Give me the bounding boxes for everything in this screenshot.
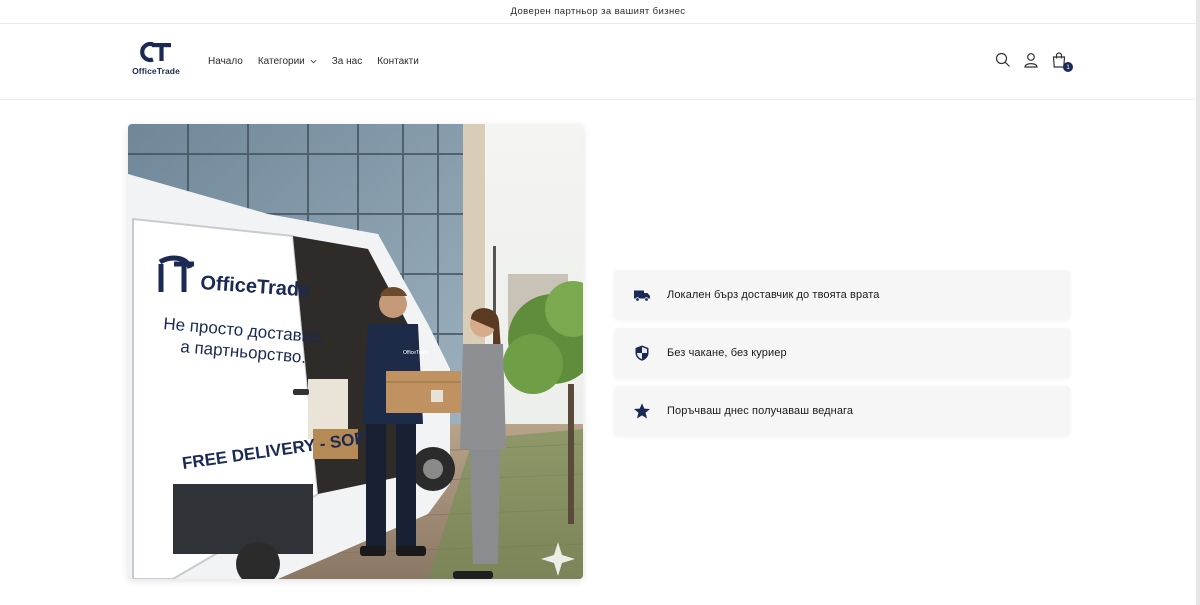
shield-icon [633,344,651,362]
user-icon [1024,53,1038,68]
feature-text: Без чакане, без куриер [667,347,787,359]
site-logo[interactable]: OfficeTrade [128,41,184,76]
header-actions: 1 [984,51,1073,72]
nav-item-label: Контакти [377,56,419,67]
account-button[interactable] [1022,51,1040,69]
feature-item-no-waiting: Без чакане, без куриер [614,328,1070,378]
nav-item-home[interactable]: Начало [208,56,243,67]
site-header: OfficeTrade Начало Категории За нас Конт… [0,24,1196,100]
truck-icon [633,286,651,304]
feature-text: Локален бърз доставчик до твоята врата [667,289,880,301]
window-edge [1196,0,1200,605]
logo-text: OfficeTrade [132,66,180,76]
nav-item-label: За нас [331,56,363,67]
feature-item-same-day: Поръчваш днес получаваш веднага [614,386,1070,436]
nav-item-label: Начало [208,56,243,67]
cart-button[interactable]: 1 [1050,51,1073,72]
logo-mark-icon [140,41,171,63]
search-button[interactable] [994,51,1012,69]
nav-item-categories[interactable]: Категории [258,56,317,67]
main-nav: Начало Категории За нас Контакти [208,56,434,67]
feature-text: Поръчваш днес получаваш веднага [667,405,854,417]
nav-item-label: Категории [257,56,305,67]
cart-count-badge: 1 [1063,62,1073,72]
chevron-down-icon [310,59,317,64]
hero-image: OfficeTrade Не просто доставка, а партнь… [128,124,583,579]
announcement-text: Доверен партньор за вашият бизнес [510,6,686,17]
nav-item-about[interactable]: За нас [332,56,362,67]
delivery-van-illustration: OfficeTrade Не просто доставка, а партнь… [128,124,583,579]
feature-item-delivery: Локален бърз доставчик до твоята врата [614,270,1070,320]
nav-item-contacts[interactable]: Контакти [377,56,419,67]
features-list: Локален бърз доставчик до твоята врата Б… [614,270,1070,444]
star-icon [633,402,651,420]
page: Доверен партньор за вашият бизнес Office… [0,0,1196,605]
announcement-bar: Доверен партньор за вашият бизнес [0,0,1196,24]
shirt-brand-text: OfficeTrade [403,350,429,356]
search-icon [995,52,1010,67]
